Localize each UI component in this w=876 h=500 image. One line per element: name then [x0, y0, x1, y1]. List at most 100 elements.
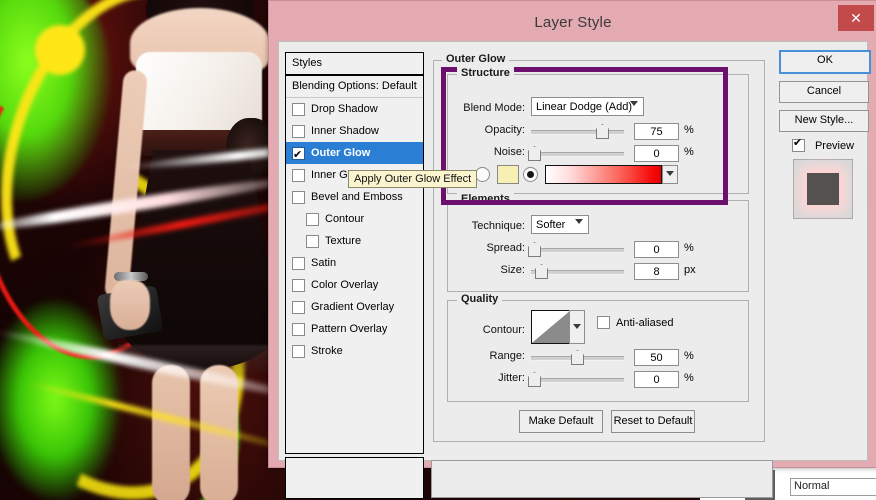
- dialog-titlebar[interactable]: Layer Style ✕: [269, 1, 876, 45]
- layer-style-dialog: Layer Style ✕ Styles Blending Options: D…: [268, 0, 876, 499]
- spread-label: Spread:: [486, 242, 525, 254]
- technique-value: Softer: [536, 219, 566, 231]
- style-item-color-overlay[interactable]: Color Overlay: [286, 274, 423, 296]
- dialog-title: Layer Style: [534, 14, 612, 31]
- checkbox-bevel-and-emboss[interactable]: [292, 190, 305, 204]
- blend-mode-select[interactable]: Linear Dodge (Add): [531, 97, 644, 116]
- spread-unit: %: [684, 242, 694, 254]
- styles-list-footer-area: [285, 457, 424, 499]
- preview-label: Preview: [814, 139, 855, 152]
- glow-color-swatch[interactable]: [497, 165, 519, 184]
- contour-label: Contour:: [482, 324, 525, 336]
- checkbox-outer-glow[interactable]: [292, 144, 305, 166]
- blend-mode-label: Blend Mode:: [463, 102, 525, 114]
- chevron-down-icon: [630, 101, 638, 106]
- jitter-slider-track[interactable]: [531, 378, 624, 383]
- layer-blend-mode-field[interactable]: Normal: [790, 478, 876, 496]
- anti-aliased-label: Anti-aliased: [616, 316, 674, 329]
- style-item-drop-shadow[interactable]: Drop Shadow: [286, 98, 423, 120]
- size-unit: px: [684, 264, 696, 276]
- checkbox-contour[interactable]: [306, 212, 319, 226]
- spread-value-input[interactable]: 0: [634, 241, 679, 258]
- style-label: Bevel and Emboss: [311, 191, 403, 203]
- style-item-stroke[interactable]: Stroke: [286, 340, 423, 362]
- style-item-pattern-overlay[interactable]: Pattern Overlay: [286, 318, 423, 340]
- preview-option[interactable]: Preview: [779, 136, 867, 152]
- style-item-outer-glow[interactable]: Outer Glow: [286, 142, 423, 166]
- checkbox-color-overlay[interactable]: [292, 278, 305, 292]
- technique-select[interactable]: Softer: [531, 215, 589, 234]
- checkbox-gradient-overlay[interactable]: [292, 300, 305, 314]
- elements-group-title: Elements: [457, 193, 514, 205]
- jitter-unit: %: [684, 372, 694, 384]
- noise-unit: %: [684, 146, 694, 158]
- size-label: Size:: [500, 264, 525, 276]
- style-label: Drop Shadow: [311, 103, 378, 115]
- contour-preview[interactable]: [531, 310, 571, 344]
- chevron-down-icon: [575, 219, 583, 224]
- spread-slider-track[interactable]: [531, 248, 624, 253]
- style-label: Stroke: [311, 345, 343, 357]
- opacity-label: Opacity:: [484, 124, 525, 136]
- style-label: Satin: [311, 257, 337, 269]
- close-icon[interactable]: ✕: [838, 5, 874, 31]
- contour-picker-dropdown[interactable]: [569, 310, 585, 344]
- checkbox-stroke[interactable]: [292, 344, 305, 358]
- checkbox-preview[interactable]: [791, 136, 805, 152]
- style-label: Pattern Overlay: [311, 323, 388, 335]
- outer-glow-settings-area: Outer Glow Structure Blend Mode: Linear …: [431, 52, 771, 452]
- noise-slider-track[interactable]: [531, 152, 624, 157]
- glow-gradient-preview[interactable]: [545, 165, 662, 184]
- blending-options-default-item[interactable]: Blending Options: Default: [286, 76, 423, 98]
- settings-footer-area: [431, 460, 773, 498]
- checkbox-drop-shadow[interactable]: [292, 102, 305, 116]
- jitter-value-input[interactable]: 0: [634, 371, 679, 388]
- preview-glow-sample: [807, 173, 839, 205]
- style-label: Gradient Overlay: [311, 301, 395, 313]
- person-left-leg: [152, 365, 190, 500]
- range-value-input[interactable]: 50: [634, 349, 679, 366]
- structure-group-title: Structure: [457, 67, 514, 79]
- new-style-button[interactable]: New Style...: [779, 110, 869, 132]
- style-item-contour[interactable]: Contour: [286, 208, 423, 230]
- dialog-body: Styles Blending Options: Default Drop Sh…: [278, 41, 871, 499]
- anti-aliased-option[interactable]: Anti-aliased: [597, 316, 673, 329]
- gradient-picker-dropdown[interactable]: [662, 165, 678, 184]
- style-item-texture[interactable]: Texture: [286, 230, 423, 252]
- blend-mode-value: Linear Dodge (Add): [536, 101, 633, 113]
- outer-glow-group-title: Outer Glow: [442, 53, 510, 65]
- preview-thumbnail: [793, 159, 853, 219]
- chevron-down-icon: [573, 324, 581, 329]
- checkbox-pattern-overlay[interactable]: [292, 322, 305, 336]
- opacity-slider-track[interactable]: [531, 130, 624, 135]
- dialog-actions-panel: OK Cancel New Style... Preview: [779, 50, 871, 219]
- opacity-unit: %: [684, 124, 694, 136]
- style-label: Color Overlay: [311, 279, 379, 291]
- style-item-gradient-overlay[interactable]: Gradient Overlay: [286, 296, 423, 318]
- style-item-satin[interactable]: Satin: [286, 252, 423, 274]
- fill-type-gradient-radio[interactable]: [523, 167, 538, 182]
- style-label: Inner Shadow: [311, 125, 379, 137]
- style-item-bevel-and-emboss[interactable]: Bevel and Emboss: [286, 186, 423, 208]
- range-unit: %: [684, 350, 694, 362]
- opacity-value-input[interactable]: 75: [634, 123, 679, 140]
- chevron-down-icon: [666, 171, 674, 176]
- size-value-input[interactable]: 8: [634, 263, 679, 280]
- ok-button[interactable]: OK: [779, 50, 871, 74]
- styles-list-header: Styles: [286, 53, 423, 76]
- style-label: Texture: [325, 235, 362, 247]
- style-item-inner-shadow[interactable]: Inner Shadow: [286, 120, 423, 142]
- reset-to-default-button[interactable]: Reset to Default: [611, 410, 695, 433]
- fill-type-solid-radio[interactable]: [475, 167, 490, 182]
- make-default-button[interactable]: Make Default: [519, 410, 603, 433]
- checkbox-satin[interactable]: [292, 256, 305, 270]
- range-label: Range:: [489, 350, 525, 362]
- noise-value-input[interactable]: 0: [634, 145, 679, 162]
- checkbox-anti-aliased[interactable]: [597, 316, 610, 329]
- checkbox-inner-shadow[interactable]: [292, 124, 305, 138]
- style-label: Outer Glow: [311, 147, 371, 159]
- checkbox-texture[interactable]: [306, 234, 319, 248]
- cancel-button[interactable]: Cancel: [779, 81, 869, 103]
- noise-label: Noise:: [493, 146, 525, 158]
- checkbox-inner-glow[interactable]: [292, 168, 305, 182]
